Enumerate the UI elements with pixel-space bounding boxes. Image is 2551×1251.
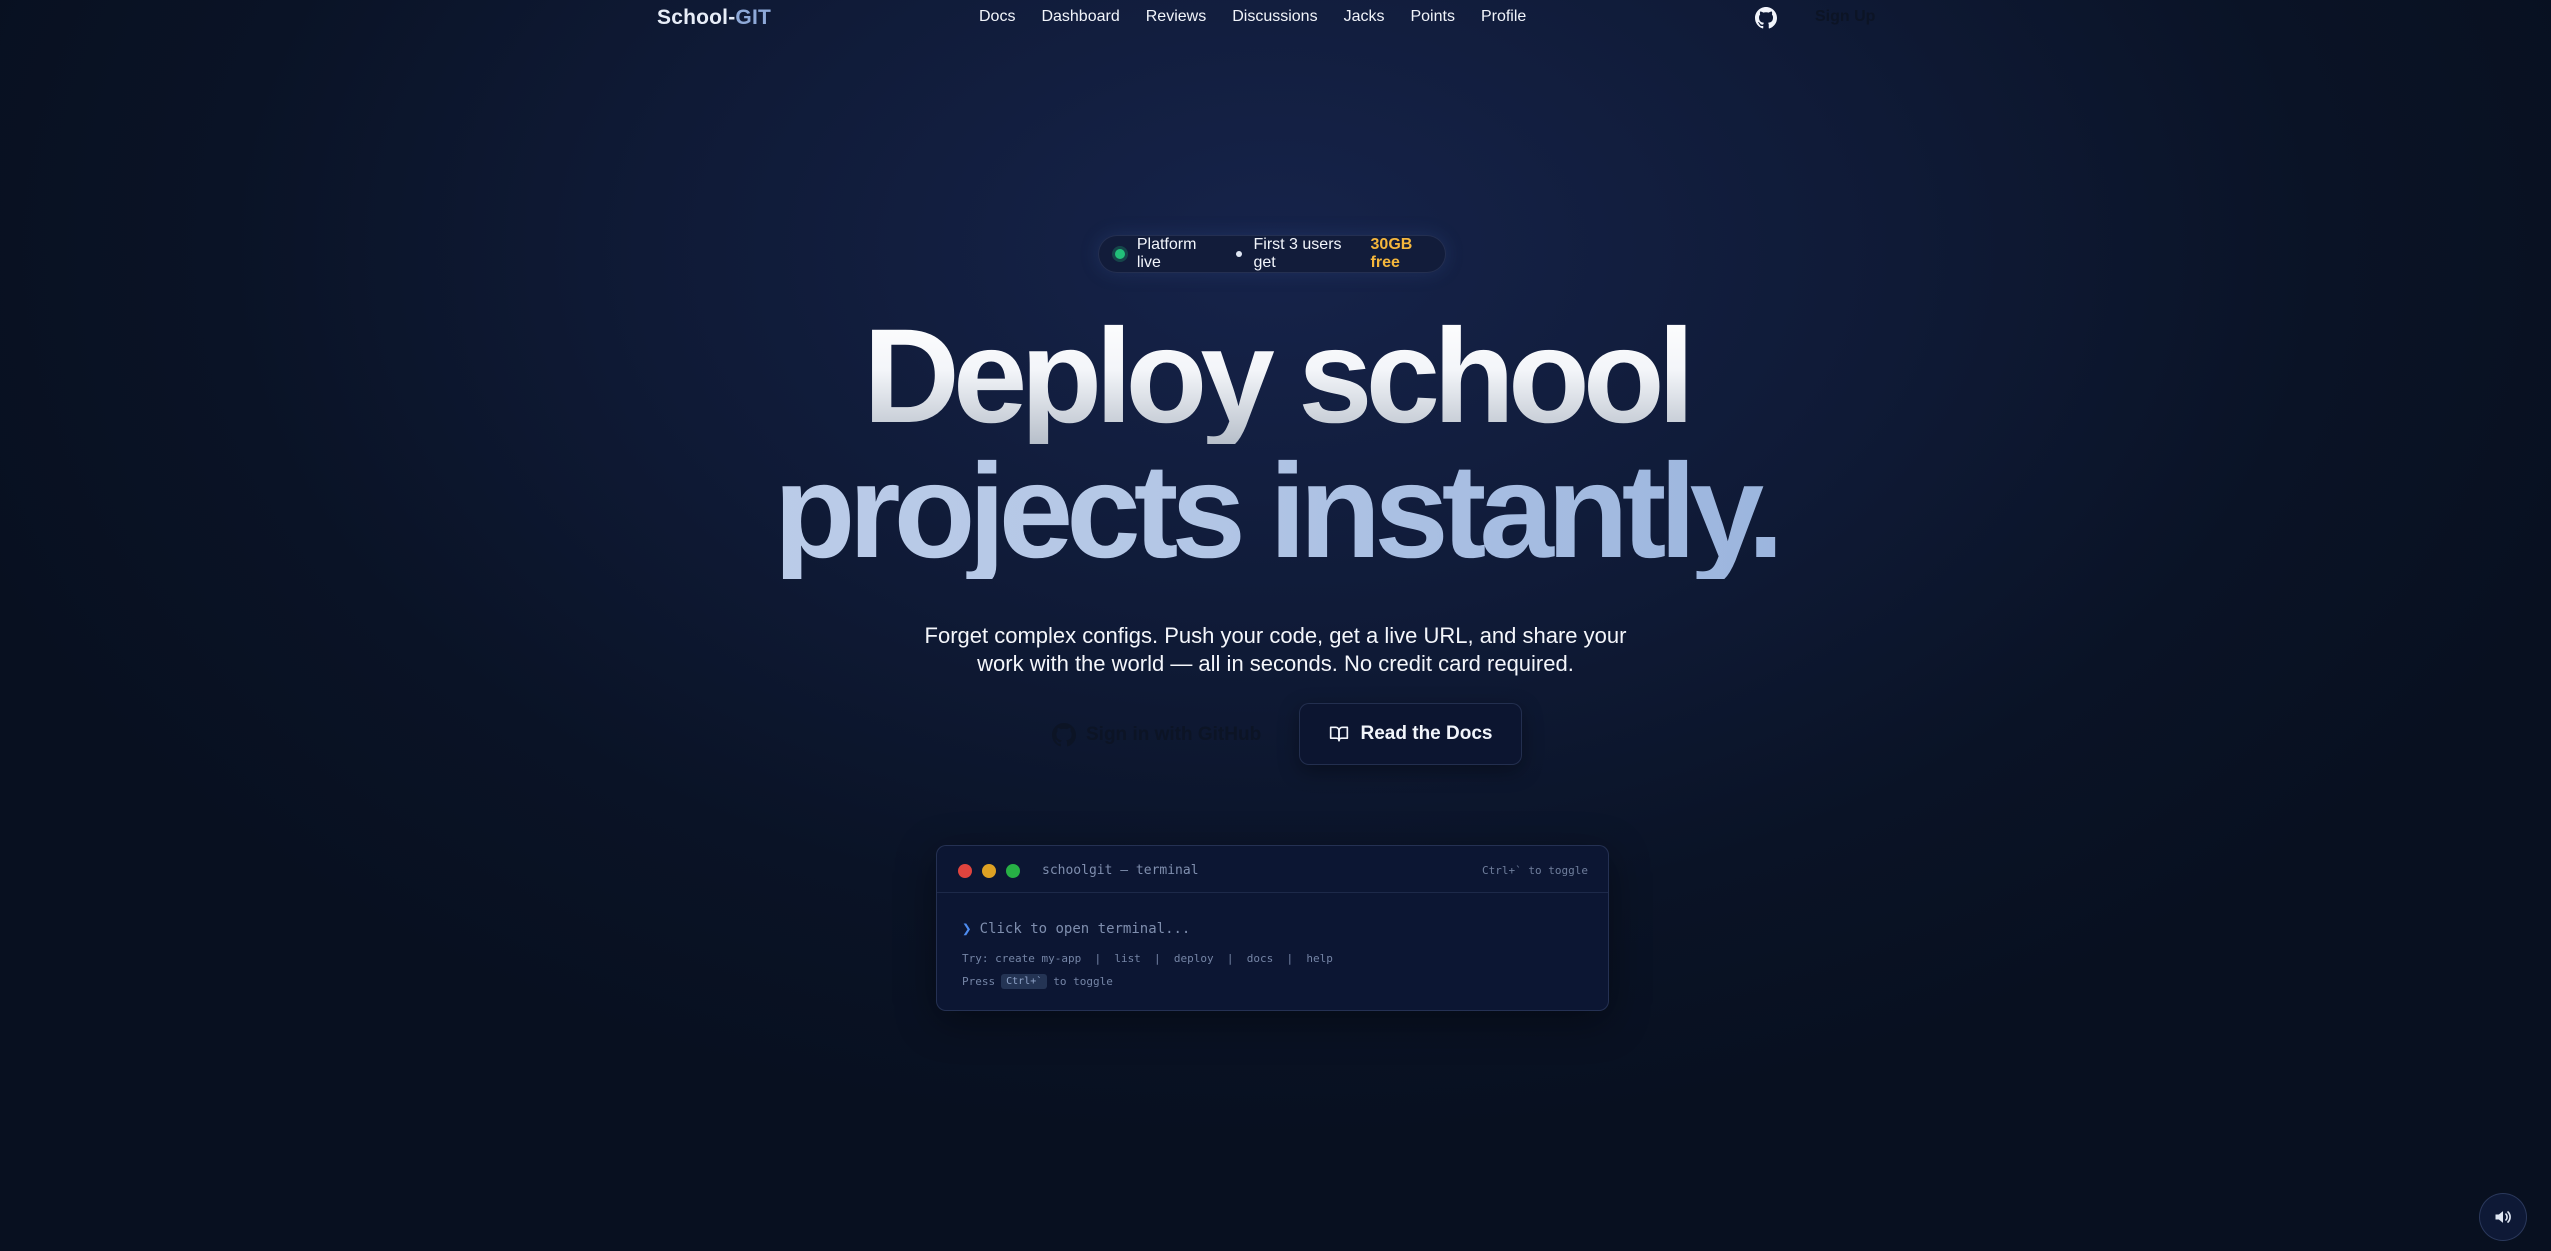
status-badge: Platform live First 3 users get 30GB fre… [1098, 235, 1446, 273]
speaker-icon [2495, 1211, 2511, 1223]
terminal-widget[interactable]: schoolgit — terminal Ctrl+` to toggle ❯ … [936, 845, 1609, 1011]
shortcut-key: Ctrl+` [1001, 974, 1048, 989]
terminal-toggle-hint: Ctrl+` to toggle [1482, 864, 1588, 877]
badge-separator [1235, 251, 1242, 257]
github-signin-label: Sign in with GitHub [1086, 724, 1262, 745]
badge-offer: First 3 users get [1253, 236, 1342, 271]
brand-accent: GIT [735, 6, 772, 29]
signup-button[interactable]: Sign Up [1815, 8, 1875, 26]
nav-link-points[interactable]: Points [1410, 8, 1454, 26]
minimize-dot-icon [982, 864, 996, 878]
maximize-dot-icon [1006, 864, 1020, 878]
nav-link-dashboard[interactable]: Dashboard [1041, 8, 1119, 26]
terminal-prompt-text: Click to open terminal... [979, 920, 1191, 937]
badge-highlight: 30GB free [1370, 236, 1413, 271]
terminal-body: ❯ Click to open terminal... Try: create … [937, 919, 1608, 989]
hero-subtitle: Forget complex configs. Push your code, … [924, 623, 1627, 676]
brand-logo[interactable]: School-GIT [657, 6, 771, 30]
sound-toggle-button[interactable] [2479, 1193, 2527, 1241]
book-icon [1329, 726, 1348, 742]
terminal-try-commands: Try: create my-app | list | deploy | doc… [962, 952, 1333, 965]
read-docs-label: Read the Docs [1360, 723, 1493, 744]
hero-headline-line2: projects instantly. [0, 445, 2551, 579]
hero-headline-line1: Deploy school [0, 310, 2551, 444]
press-before: Press [962, 975, 996, 988]
nav-link-reviews[interactable]: Reviews [1146, 8, 1206, 26]
press-after: to toggle [1053, 975, 1113, 988]
terminal-prompt[interactable]: ❯ Click to open terminal... [962, 919, 1583, 938]
brand-main: School- [657, 6, 736, 29]
chevron-right-icon: ❯ [962, 919, 972, 938]
nav-link-profile[interactable]: Profile [1481, 8, 1526, 26]
github-icon [1052, 723, 1076, 747]
read-docs-button[interactable]: Read the Docs [1299, 703, 1522, 765]
close-dot-icon [958, 864, 972, 878]
nav-link-discussions[interactable]: Discussions [1232, 8, 1317, 26]
nav-links: Docs Dashboard Reviews Discussions Jacks… [979, 8, 1552, 26]
terminal-titlebar: schoolgit — terminal Ctrl+` to toggle [937, 846, 1608, 893]
live-indicator-dot [1115, 249, 1125, 259]
github-icon[interactable] [1755, 7, 1777, 29]
nav-link-docs[interactable]: Docs [979, 8, 1015, 26]
terminal-title: schoolgit — terminal [1042, 863, 1199, 878]
badge-status: Platform live [1136, 236, 1197, 271]
github-signin-button[interactable]: Sign in with GitHub [1052, 716, 1261, 754]
terminal-press-hint: Press Ctrl+` to toggle [962, 974, 1583, 989]
top-navbar: School-GIT Docs Dashboard Reviews Discus… [0, 0, 2551, 38]
nav-link-jacks[interactable]: Jacks [1344, 8, 1385, 26]
